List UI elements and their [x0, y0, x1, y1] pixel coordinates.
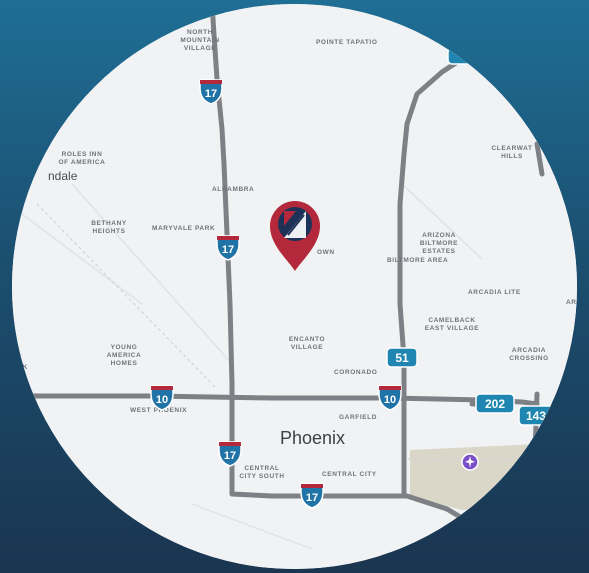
- label-alhambra: ALHAMBRA: [212, 186, 254, 193]
- svg-text:51: 51: [395, 351, 409, 365]
- route-badge-loop143[interactable]: 143: [518, 405, 554, 426]
- label-roles-inn: ROLES INN OF AMERICA: [59, 151, 106, 166]
- svg-text:10: 10: [384, 394, 396, 406]
- svg-text:17: 17: [224, 450, 236, 462]
- svg-text:17: 17: [205, 88, 217, 100]
- svg-text:202: 202: [485, 397, 505, 411]
- page-background: NORTH MOUNTAIN VILLAGE POINTE TAPATIO ROLE…: [0, 0, 589, 573]
- label-arizona-biltmore: ARIZONA BILTMORE ESTATES: [420, 232, 458, 255]
- label-arcadia-crossing: ARCADIA CROSSING: [509, 347, 548, 362]
- airport-area: [410, 444, 537, 510]
- label-camelback: CAMELBACK EAST VILLAGE: [425, 317, 480, 332]
- city-label-phoenix: Phoenix: [280, 428, 345, 448]
- label-coronado: CORONADO: [334, 369, 377, 376]
- label-bethany: BETHANY HEIGHTS: [91, 220, 127, 235]
- route-badge-loop202[interactable]: 202: [475, 393, 515, 414]
- label-uptown: OWN: [317, 249, 335, 256]
- label-garfield: GARFIELD: [339, 414, 377, 421]
- map-canvas[interactable]: NORTH MOUNTAIN VILLAGE POINTE TAPATIO ROLE…: [12, 4, 577, 569]
- svg-text:143: 143: [526, 409, 546, 423]
- map-view[interactable]: NORTH MOUNTAIN VILLAGE POINTE TAPATIO ROLE…: [12, 4, 577, 569]
- label-ar-edge: AR: [566, 299, 577, 306]
- route-badge-sr51[interactable]: 51: [386, 347, 418, 368]
- label-central-city-south: CENTRAL CITY SOUTH: [239, 465, 284, 480]
- route-badge-north-partial[interactable]: [447, 47, 473, 65]
- svg-text:17: 17: [306, 492, 318, 504]
- label-young-america: YOUNG AMERICA HOMES: [107, 344, 142, 367]
- svg-text:17: 17: [222, 244, 234, 256]
- svg-text:10: 10: [156, 394, 168, 406]
- label-biltmore-area: BILTMORE AREA: [387, 257, 448, 264]
- label-encanto: ENCANTO VILLAGE: [289, 336, 325, 351]
- label-maryvale: MARYVALE PARK: [152, 225, 215, 232]
- label-central-city: CENTRAL CITY: [322, 471, 377, 478]
- label-arcadia-lite: ARCADIA LITE: [468, 289, 521, 296]
- airplane-icon[interactable]: [461, 453, 479, 471]
- label-glendale-edge: ndale: [48, 169, 78, 183]
- label-pointe-tapatio: POINTE TAPATIO: [316, 39, 377, 46]
